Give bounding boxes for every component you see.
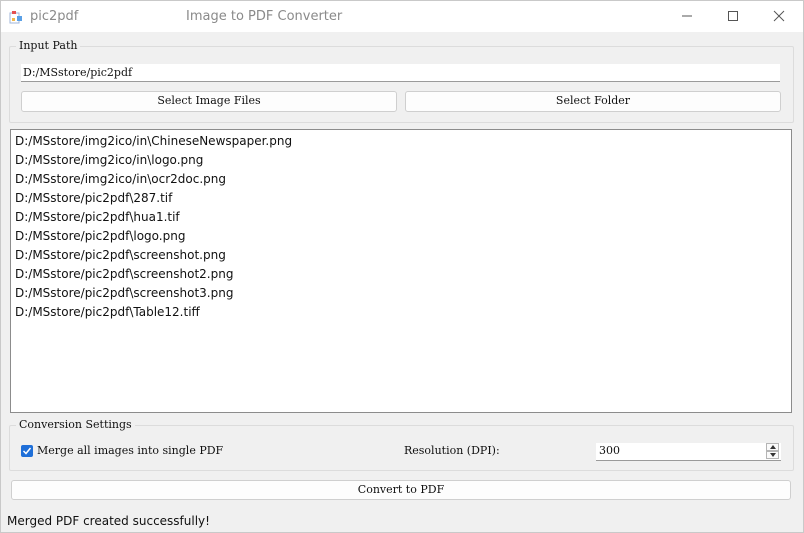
file-list[interactable]: D:/MSstore/img2ico/in\ChineseNewspaper.p… — [10, 129, 792, 413]
spin-up-button[interactable] — [766, 443, 779, 451]
resolution-spinbox[interactable]: 300 — [596, 443, 781, 461]
spin-up-icon — [770, 445, 776, 449]
close-button[interactable] — [756, 1, 802, 32]
minimize-icon — [682, 15, 692, 17]
list-item[interactable]: D:/MSstore/pic2pdf\screenshot.png — [11, 246, 791, 265]
list-item[interactable]: D:/MSstore/img2ico/in\logo.png — [11, 151, 791, 170]
app-icon — [9, 11, 22, 24]
spin-down-button[interactable] — [766, 451, 779, 459]
merge-checkbox[interactable] — [21, 445, 33, 457]
list-item[interactable]: D:/MSstore/img2ico/in\ocr2doc.png — [11, 170, 791, 189]
select-folder-button[interactable]: Select Folder — [405, 91, 781, 112]
convert-to-pdf-button[interactable]: Convert to PDF — [11, 480, 791, 500]
resolution-label: Resolution (DPI): — [404, 444, 500, 457]
status-message: Merged PDF created successfully! — [7, 514, 210, 528]
resolution-value[interactable]: 300 — [599, 444, 620, 457]
app-window: pic2pdf Image to PDF Converter Input Pat… — [0, 0, 804, 533]
list-item[interactable]: D:/MSstore/pic2pdf\logo.png — [11, 227, 791, 246]
list-item[interactable]: D:/MSstore/pic2pdf\screenshot2.png — [11, 265, 791, 284]
input-path-group: Input Path Select Image Files Select Fol… — [9, 39, 794, 123]
input-path-field[interactable] — [21, 64, 780, 82]
close-icon — [773, 10, 785, 22]
minimize-button[interactable] — [664, 1, 710, 32]
list-item[interactable]: D:/MSstore/pic2pdf\Table12.tiff — [11, 303, 791, 322]
title-bar[interactable]: pic2pdf Image to PDF Converter — [1, 1, 803, 32]
list-item[interactable]: D:/MSstore/pic2pdf\screenshot3.png — [11, 284, 791, 303]
checkmark-icon — [22, 447, 32, 455]
conversion-settings-group: Conversion Settings Merge all images int… — [9, 418, 794, 471]
merge-checkbox-label[interactable]: Merge all images into single PDF — [37, 444, 223, 457]
conversion-settings-title: Conversion Settings — [16, 418, 135, 431]
list-item[interactable]: D:/MSstore/img2ico/in\ChineseNewspaper.p… — [11, 132, 791, 151]
list-item[interactable]: D:/MSstore/pic2pdf\287.tif — [11, 189, 791, 208]
maximize-button[interactable] — [710, 1, 756, 32]
list-item[interactable]: D:/MSstore/pic2pdf\hua1.tif — [11, 208, 791, 227]
select-image-files-button[interactable]: Select Image Files — [21, 91, 397, 112]
input-path-title: Input Path — [16, 39, 81, 52]
maximize-icon — [728, 11, 738, 21]
window-title: Image to PDF Converter — [186, 9, 343, 24]
spin-down-icon — [770, 453, 776, 457]
app-name: pic2pdf — [30, 9, 79, 24]
